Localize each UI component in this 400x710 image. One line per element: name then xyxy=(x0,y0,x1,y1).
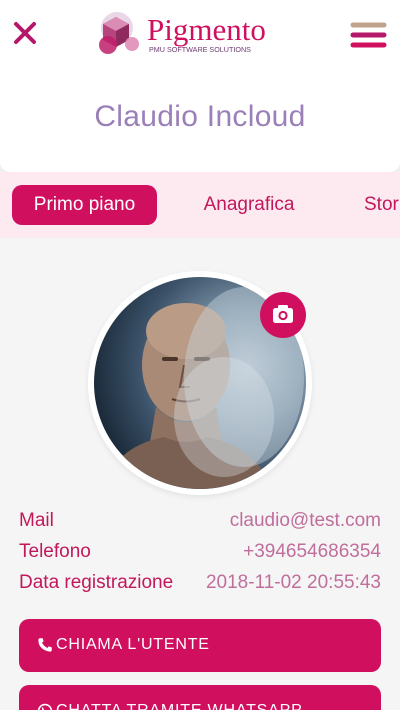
hamburger-menu-icon[interactable] xyxy=(348,21,388,49)
title-card: Claudio Incloud xyxy=(0,68,400,172)
call-user-button[interactable]: CHIAMA L'UTENTE xyxy=(19,619,381,672)
tab-storia[interactable]: Storia xyxy=(364,185,400,225)
whatsapp-chat-label: CHATTA TRAMITE WHATSAPP xyxy=(56,702,303,710)
info-row-telefono: Telefono +394654686354 xyxy=(19,541,381,567)
mail-value[interactable]: claudio@test.com xyxy=(230,510,381,532)
telefono-label: Telefono xyxy=(19,541,91,562)
info-row-mail: Mail claudio@test.com xyxy=(19,510,381,536)
close-icon[interactable] xyxy=(12,20,38,46)
whatsapp-chat-button[interactable]: CHATTA TRAMITE WHATSAPP xyxy=(19,685,381,710)
brand-name: Pigmento xyxy=(147,12,266,47)
top-app-bar: Pigmento PMU SOFTWARE SOLUTIONS xyxy=(0,0,400,68)
telefono-value[interactable]: +394654686354 xyxy=(243,541,381,563)
call-user-label: CHIAMA L'UTENTE xyxy=(56,636,210,653)
logo-mark-icon: Pigmento PMU SOFTWARE SOLUTIONS xyxy=(99,12,266,54)
brand-tagline: PMU SOFTWARE SOLUTIONS xyxy=(149,45,251,54)
data-registrazione-label: Data registrazione xyxy=(19,572,174,593)
camera-icon xyxy=(273,305,293,323)
tab-primo-piano[interactable]: Primo piano xyxy=(12,185,157,225)
info-row-data-registrazione: Data registrazione 2018-11-02 20:55:43 xyxy=(19,572,381,598)
tab-anagrafica[interactable]: Anagrafica xyxy=(195,185,303,225)
mail-label: Mail xyxy=(19,510,54,531)
data-registrazione-value: 2018-11-02 20:55:43 xyxy=(205,572,381,593)
page-title: Claudio Incloud xyxy=(94,100,306,133)
whatsapp-icon xyxy=(37,703,53,710)
pigmento-logo: Pigmento PMU SOFTWARE SOLUTIONS xyxy=(92,8,312,60)
change-photo-button[interactable] xyxy=(260,292,306,338)
tab-bar: Primo piano Anagrafica Storia xyxy=(0,172,400,238)
phone-icon xyxy=(38,638,52,652)
